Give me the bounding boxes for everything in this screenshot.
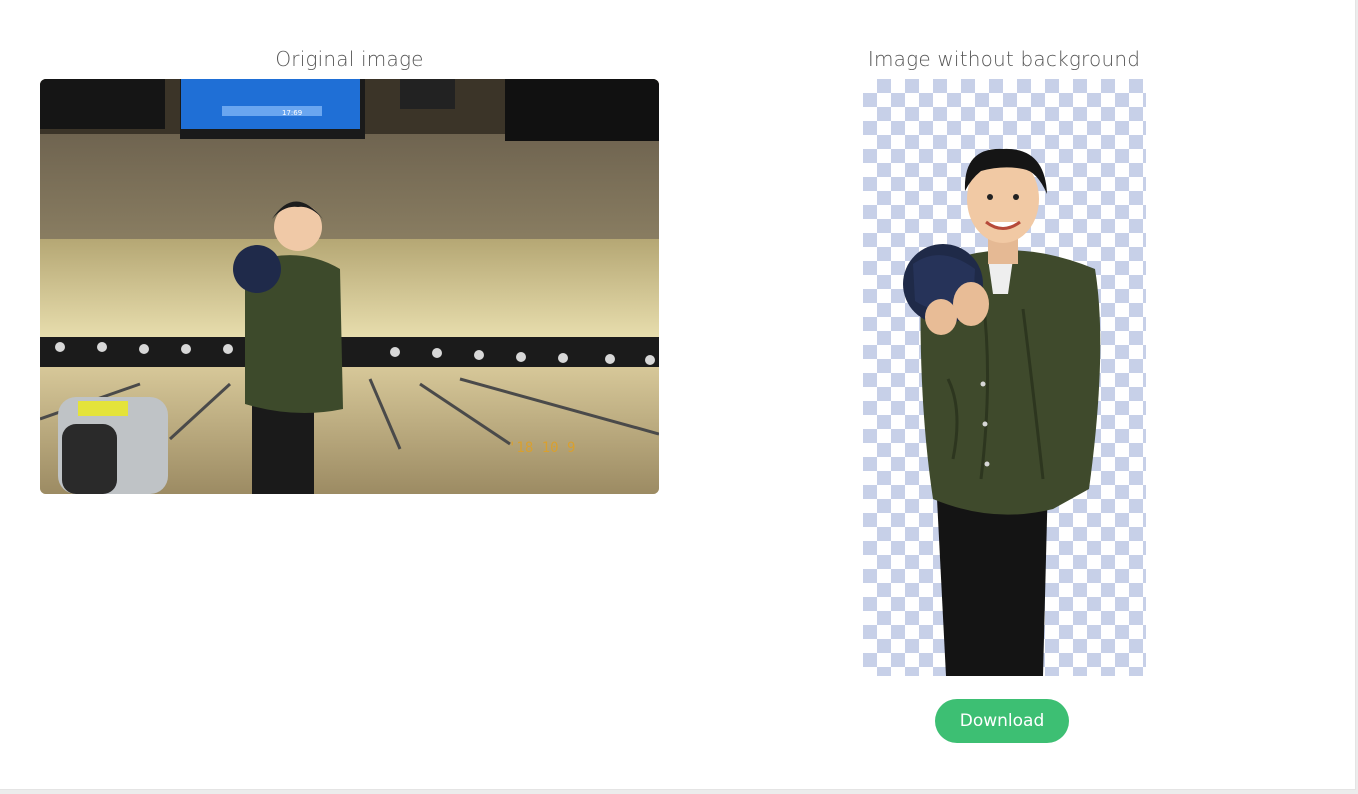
original-image: 17:69 '18 10 9: [40, 79, 659, 494]
photo-date-stamp: '18 10 9: [508, 440, 575, 456]
result-image-title: Image without background: [867, 47, 1141, 71]
scoreboard-time: 17:69: [282, 109, 302, 117]
background-removed-image: [863, 79, 1146, 676]
result-panel: Original image Image without background: [0, 0, 1356, 790]
original-image-title: Original image: [275, 47, 424, 71]
download-button[interactable]: Download: [935, 699, 1069, 743]
